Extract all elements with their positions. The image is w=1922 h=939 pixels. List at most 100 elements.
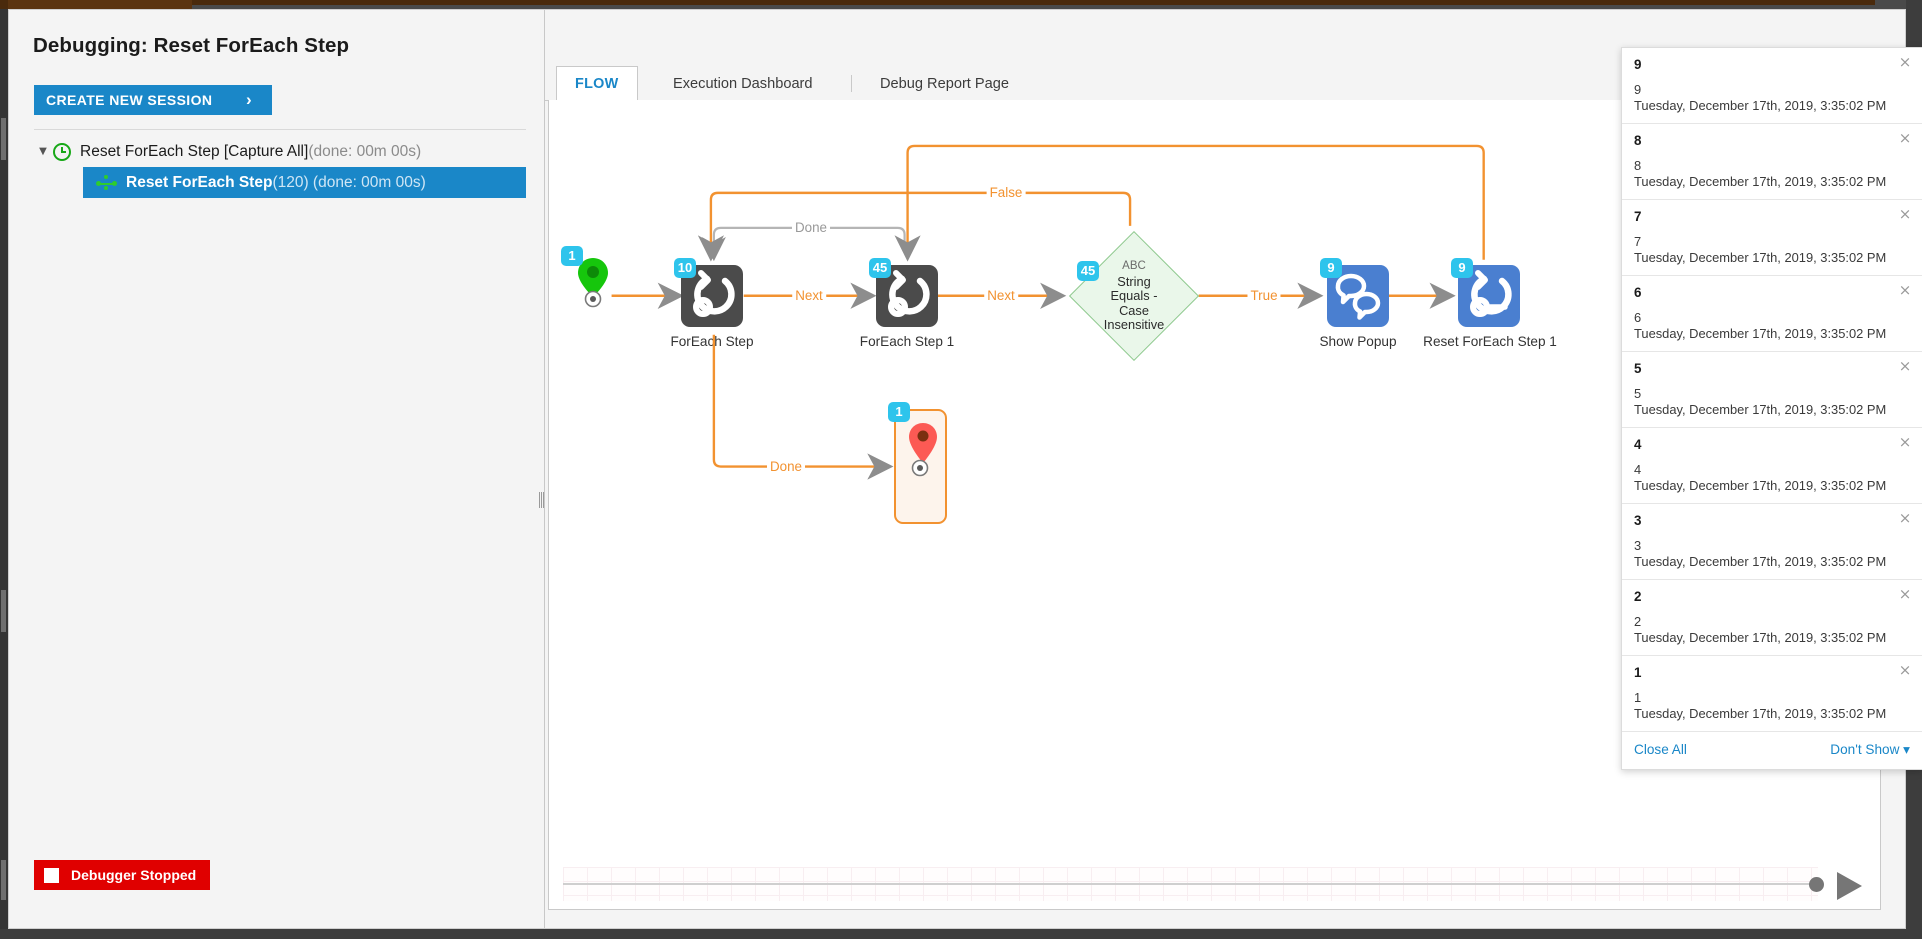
notification-body-line2: Tuesday, December 17th, 2019, 3:35:02 PM — [1634, 477, 1887, 493]
end-pin-icon — [909, 423, 937, 477]
notification-item[interactable]: 1 × 1 Tuesday, December 17th, 2019, 3:35:02… — [1622, 656, 1922, 732]
notification-body-line2: Tuesday, December 17th, 2019, 3:35:02 PM — [1634, 325, 1887, 341]
close-icon[interactable]: × — [1897, 207, 1913, 223]
edge-label-true: True — [1247, 288, 1281, 303]
close-all-button[interactable]: Close All — [1634, 742, 1687, 758]
notification-body-line1: 6 — [1634, 310, 1642, 325]
notification-item[interactable]: 8 × 8 Tuesday, December 17th, 2019, 3:35:02… — [1622, 124, 1922, 200]
rail-tick — [1, 860, 6, 900]
tab-execution-dashboard-label: Execution Dashboard — [673, 75, 813, 92]
badge-reset-foreach-step-1: 9 — [1451, 258, 1473, 278]
notification-panel: 9 × 9 Tuesday, December 17th, 2019, 3:35:02… — [1621, 47, 1922, 770]
tree-item-session-meta: (done: 00m 00s) — [308, 142, 422, 160]
app-root: ✕ Debugging: Reset ForEach Step CREATE N… — [0, 0, 1922, 939]
window-left-rail-accent — [0, 0, 8, 9]
notification-item[interactable]: 4 × 4 Tuesday, December 17th, 2019, 3:35:02… — [1622, 428, 1922, 504]
window-top-strip — [0, 0, 1875, 5]
flow-node-endpoint[interactable] — [894, 409, 947, 524]
status-badge-debugger[interactable]: Debugger Stopped — [34, 860, 211, 890]
session-tree: ▼ Reset ForEach Step [Capture All] (done… — [34, 136, 526, 198]
notification-title: 4 — [1634, 437, 1642, 452]
notification-item[interactable]: 2 × 2 Tuesday, December 17th, 2019, 3:35:02… — [1622, 580, 1922, 656]
status-badge-label: Debugger Stopped — [71, 867, 197, 883]
window-top-strip-accent — [0, 0, 192, 9]
notification-title: 8 — [1634, 133, 1642, 148]
notification-title: 3 — [1634, 513, 1642, 528]
notification-item[interactable]: 3 × 3 Tuesday, December 17th, 2019, 3:35:02… — [1622, 504, 1922, 580]
notification-item[interactable]: 6 × 6 Tuesday, December 17th, 2019, 3:35:02… — [1622, 276, 1922, 352]
stop-icon — [44, 867, 59, 883]
notification-item[interactable]: 9 × 9 Tuesday, December 17th, 2019, 3:35:02… — [1622, 48, 1922, 124]
notification-body-line2: Tuesday, December 17th, 2019, 3:35:02 PM — [1634, 173, 1887, 189]
panel-splitter[interactable] — [538, 10, 545, 928]
notification-body: 9 Tuesday, December 17th, 2019, 3:35:02 P… — [1634, 82, 1910, 113]
notification-body: 5 Tuesday, December 17th, 2019, 3:35:02 P… — [1634, 386, 1910, 417]
sidebar: Debugging: Reset ForEach Step CREATE NEW… — [9, 10, 544, 928]
close-icon[interactable]: × — [1897, 663, 1913, 679]
flow-node-decision[interactable]: ABC String Equals - Case Insensitive — [1068, 230, 1200, 362]
edge-label-next-1: Next — [792, 288, 826, 303]
notification-body-line2: Tuesday, December 17th, 2019, 3:35:02 PM — [1634, 705, 1887, 721]
tree-item-step-label: Reset ForEach Step — [126, 173, 273, 191]
notification-body-line2: Tuesday, December 17th, 2019, 3:35:02 PM — [1634, 249, 1887, 265]
notification-body-line2: Tuesday, December 17th, 2019, 3:35:02 PM — [1634, 553, 1887, 569]
tab-flow[interactable]: FLOW — [556, 66, 638, 101]
notification-body: 3 Tuesday, December 17th, 2019, 3:35:02 P… — [1634, 538, 1910, 569]
chevron-down-icon[interactable]: ▼ — [34, 146, 52, 157]
close-icon[interactable]: × — [1897, 359, 1913, 375]
window-bottom-rail — [0, 929, 1922, 939]
splitter-grip-icon[interactable] — [539, 492, 544, 508]
tab-execution-dashboard[interactable]: Execution Dashboard — [655, 66, 831, 101]
tree-item-step-meta: (120) (done: 00m 00s) — [272, 173, 426, 191]
notification-body: 1 Tuesday, December 17th, 2019, 3:35:02 P… — [1634, 690, 1910, 721]
chevron-right-icon: › — [245, 90, 252, 109]
notification-list: 9 × 9 Tuesday, December 17th, 2019, 3:35:02… — [1622, 48, 1922, 732]
tab-debug-report-page-label: Debug Report Page — [880, 75, 1009, 92]
close-icon[interactable]: × — [1897, 511, 1913, 527]
tree-item-session-label: Reset ForEach Step [Capture All] — [80, 142, 309, 160]
dont-show-dropdown[interactable]: Don't Show ▾ — [1830, 742, 1910, 758]
notification-body-line1: 8 — [1634, 158, 1642, 173]
notification-body-line2: Tuesday, December 17th, 2019, 3:35:02 PM — [1634, 97, 1887, 113]
clock-icon — [52, 142, 72, 162]
close-icon[interactable]: × — [1897, 283, 1913, 299]
notification-title: 1 — [1634, 665, 1642, 680]
notification-body-line1: 9 — [1634, 82, 1642, 97]
close-icon[interactable]: × — [1897, 435, 1913, 451]
create-new-session-label: CREATE NEW SESSION — [46, 92, 213, 108]
notification-footer: Close All Don't Show ▾ — [1622, 732, 1922, 769]
edge-label-next-2: Next — [984, 288, 1018, 303]
notification-title: 5 — [1634, 361, 1642, 376]
close-icon[interactable]: × — [1897, 131, 1913, 147]
notification-body-line1: 1 — [1634, 690, 1642, 705]
decision-label: String Equals - Case Insensitive — [1103, 273, 1165, 333]
tree-item-session[interactable]: ▼ Reset ForEach Step [Capture All] (done… — [34, 136, 526, 167]
close-icon[interactable]: × — [1897, 55, 1913, 71]
notification-body-line1: 5 — [1634, 386, 1642, 401]
notification-body-line1: 3 — [1634, 538, 1642, 553]
badge-foreach-step-1: 45 — [869, 258, 891, 278]
edge-label-false: False — [986, 185, 1026, 200]
notification-body-line1: 2 — [1634, 614, 1642, 629]
badge-show-popup: 9 — [1320, 258, 1342, 278]
notification-item[interactable]: 5 × 5 Tuesday, December 17th, 2019, 3:35:02… — [1622, 352, 1922, 428]
tab-flow-label: FLOW — [575, 75, 619, 92]
tab-debug-report-page[interactable]: Debug Report Page — [862, 66, 1027, 101]
sidebar-divider — [34, 129, 526, 130]
notification-title: 7 — [1634, 209, 1642, 224]
notification-body-line1: 4 — [1634, 462, 1642, 477]
notification-body: 6 Tuesday, December 17th, 2019, 3:35:02 P… — [1634, 310, 1910, 341]
create-new-session-button[interactable]: CREATE NEW SESSION › — [34, 85, 272, 115]
notification-body: 7 Tuesday, December 17th, 2019, 3:35:02 P… — [1634, 234, 1910, 265]
notification-body: 2 Tuesday, December 17th, 2019, 3:35:02 P… — [1634, 614, 1910, 645]
notification-item[interactable]: 7 × 7 Tuesday, December 17th, 2019, 3:35:02… — [1622, 200, 1922, 276]
notification-body-line2: Tuesday, December 17th, 2019, 3:35:02 PM — [1634, 401, 1887, 417]
notification-title: 6 — [1634, 285, 1642, 300]
rail-tick — [1, 590, 6, 632]
close-icon[interactable]: × — [1897, 587, 1913, 603]
tree-item-step[interactable]: Reset ForEach Step (120) (done: 00m 00s) — [83, 167, 526, 198]
flow-graph-icon — [96, 174, 118, 192]
rail-tick — [1, 118, 6, 160]
notification-body-line1: 7 — [1634, 234, 1642, 249]
edge-label-done-loop: Done — [791, 220, 831, 235]
